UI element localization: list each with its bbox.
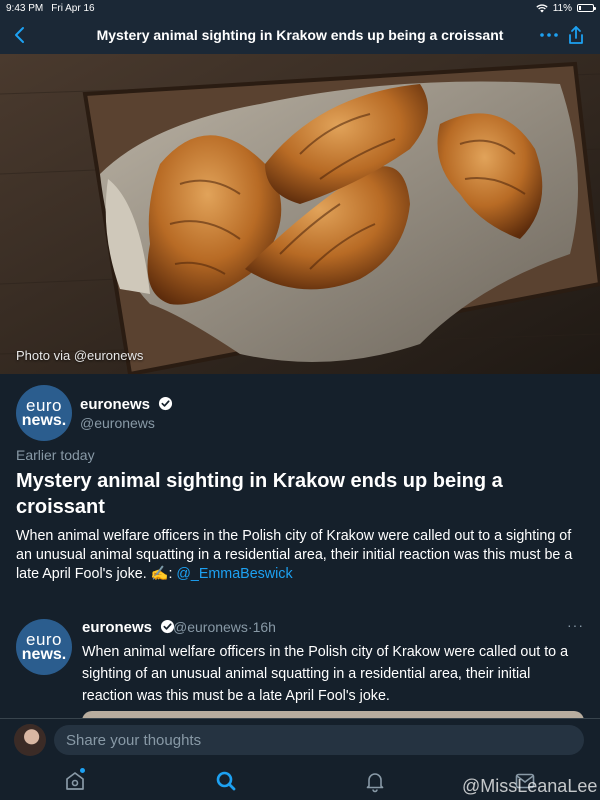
author-name[interactable]: euronews: [80, 396, 173, 413]
avatar[interactable]: euro news.: [16, 385, 72, 441]
story-summary: When animal welfare officers in the Poli…: [16, 527, 591, 584]
chevron-left-icon[interactable]: [10, 24, 30, 46]
tweet-more-button[interactable]: ···: [567, 617, 584, 633]
verified-badge-icon: [159, 396, 173, 411]
page-title: Mystery animal sighting in Krakow ends u…: [96, 27, 504, 43]
status-date: Fri Apr 16: [51, 2, 95, 14]
search-icon[interactable]: [214, 769, 238, 793]
avatar-logo-line2: news.: [21, 412, 67, 429]
more-dots-icon[interactable]: [538, 26, 560, 44]
photo-caption: Photo via @euronews: [16, 348, 144, 363]
tweet-text: When animal welfare officers in the Poli…: [82, 644, 569, 704]
story-headline: Mystery animal sighting in Krakow ends u…: [16, 470, 503, 518]
tweet-handle-time: @euronews·16h: [173, 619, 276, 635]
reply-input[interactable]: [54, 725, 584, 755]
hero-image[interactable]: Photo via @euronews: [0, 54, 600, 374]
timestamp: Earlier today: [16, 447, 95, 463]
status-bar: 9:43 PM Fri Apr 16 11%: [0, 0, 600, 16]
nav-bar: Mystery animal sighting in Krakow ends u…: [0, 16, 600, 54]
author-name-text: euronews: [80, 396, 151, 413]
wifi-icon: [536, 3, 548, 12]
author-handle[interactable]: @euronews: [80, 415, 155, 431]
share-icon[interactable]: [565, 24, 587, 46]
battery-percent: 11%: [552, 2, 572, 14]
battery-icon: [577, 4, 596, 12]
summary-text: When animal welfare officers in the Poli…: [16, 528, 573, 582]
avatar-logo-line2: news.: [21, 646, 67, 663]
tweet-author-name-text: euronews: [82, 619, 153, 636]
tweet-author-name[interactable]: euronews: [82, 619, 175, 636]
bell-icon[interactable]: [363, 769, 387, 793]
status-time: 9:43 PM: [6, 2, 44, 14]
tweet-avatar[interactable]: euro news.: [16, 619, 72, 675]
article-screen: 9:43 PM Fri Apr 16 11% Mystery animal si…: [0, 0, 600, 800]
user-avatar[interactable]: [14, 724, 46, 756]
mention-link[interactable]: @_EmmaBeswick: [176, 566, 292, 582]
notification-dot: [80, 768, 85, 773]
croissant-photo: [0, 54, 600, 374]
mail-icon[interactable]: [513, 769, 537, 793]
